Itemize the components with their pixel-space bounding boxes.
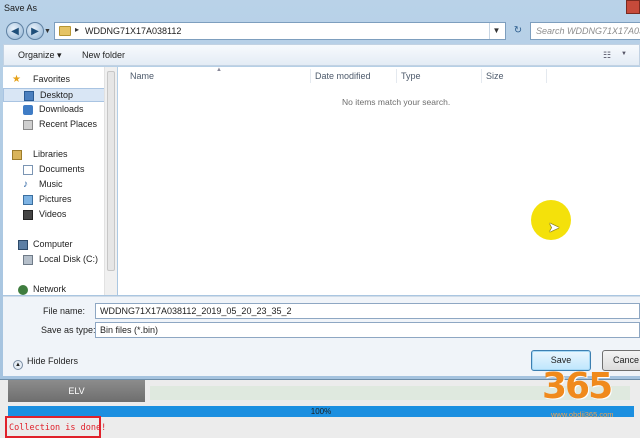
chevron-up-icon: ▲ — [13, 360, 23, 370]
save-as-type-label: Save as type: — [41, 325, 96, 335]
star-icon: ★ — [12, 74, 21, 85]
libraries-icon — [12, 150, 22, 160]
sidebar-item-videos[interactable]: Videos — [3, 208, 105, 222]
sidebar-group-libraries[interactable]: Libraries — [3, 148, 105, 162]
navigation-scrollbar[interactable] — [104, 67, 117, 295]
documents-icon — [23, 165, 33, 175]
address-dropdown[interactable]: ▼ — [489, 23, 503, 39]
back-button[interactable]: ◀ — [6, 22, 24, 40]
save-form: File name: WDDNG71X17A038112_2019_05_20_… — [3, 296, 640, 344]
window-title: Save As — [4, 3, 38, 13]
sidebar-item-recent-places[interactable]: Recent Places — [3, 118, 105, 132]
column-divider[interactable] — [546, 69, 547, 83]
sidebar-group-computer[interactable]: Computer — [3, 238, 105, 252]
sidebar-item-music[interactable]: ♪ Music — [3, 178, 105, 192]
sidebar-group-network[interactable]: Network — [3, 283, 105, 295]
forward-button[interactable]: ▶ — [26, 22, 44, 40]
pictures-icon — [23, 195, 33, 205]
new-folder-button[interactable]: New folder — [82, 50, 125, 60]
sidebar-item-documents[interactable]: Documents — [3, 163, 105, 177]
search-input[interactable]: Search WDDNG71X17A038112 — [530, 22, 640, 40]
sidebar-item-pictures[interactable]: Pictures — [3, 193, 105, 207]
file-name-value: WDDNG71X17A038112_2019_05_20_23_35_2 — [100, 306, 292, 316]
sidebar-item-desktop[interactable]: Desktop — [3, 88, 105, 102]
disk-icon — [23, 255, 33, 265]
music-icon: ♪ — [23, 179, 28, 190]
folder-icon — [59, 26, 71, 36]
save-as-type-value: Bin files (*.bin) — [100, 325, 159, 335]
file-list: ▲ Name Date modified Type Size No items … — [118, 67, 640, 295]
downloads-icon — [23, 105, 33, 115]
save-as-dialog: Save As ◀ ▶ ▼ ▸ WDDNG71X17A038112 ▼ ↻ Se… — [0, 0, 640, 380]
navigation-pane: ★ Favorites Desktop Downloads Recent Pla… — [3, 67, 117, 295]
network-icon — [18, 285, 28, 295]
organize-button[interactable]: Organize ▾ — [18, 50, 62, 61]
column-header-type[interactable]: Type — [401, 71, 421, 81]
sidebar-group-favorites[interactable]: ★ Favorites — [3, 73, 105, 87]
column-header-date-modified[interactable]: Date modified — [315, 71, 371, 81]
toolbar: Organize ▾ New folder ☷ ▼ — [3, 44, 640, 66]
sidebar-item-local-disk[interactable]: Local Disk (C:) — [3, 253, 105, 267]
file-name-field[interactable]: WDDNG71X17A038112_2019_05_20_23_35_2 — [95, 303, 640, 319]
hide-folders-button[interactable]: ▲ Hide Folders — [13, 356, 78, 370]
address-bar[interactable]: ▸ WDDNG71X17A038112 ▼ — [54, 22, 506, 40]
refresh-icon: ↻ — [513, 25, 523, 36]
computer-icon — [18, 240, 28, 250]
back-arrow-icon: ◀ — [11, 25, 19, 37]
elv-button[interactable]: ELV — [8, 380, 145, 402]
column-divider[interactable] — [481, 69, 482, 83]
views-icon[interactable]: ☷ — [603, 50, 617, 60]
title-bar: Save As — [0, 0, 640, 17]
sidebar-item-downloads[interactable]: Downloads — [3, 103, 105, 117]
file-name-label: File name: — [43, 306, 86, 316]
column-header-name[interactable]: Name — [130, 71, 154, 81]
progress-label: 100% — [310, 407, 332, 416]
watermark-logo: 365 — [542, 366, 613, 407]
column-divider[interactable] — [396, 69, 397, 83]
watermark-url: www.obdii365.com — [551, 410, 614, 419]
views-dropdown-icon[interactable]: ▼ — [621, 51, 627, 57]
forward-arrow-icon: ▶ — [31, 25, 39, 37]
close-button[interactable] — [626, 0, 640, 14]
mouse-pointer-icon: ➤ — [548, 219, 560, 235]
save-as-type-select[interactable]: Bin files (*.bin) — [95, 322, 640, 338]
breadcrumb-chevron-icon[interactable]: ▸ — [75, 25, 79, 34]
desktop-icon — [24, 91, 34, 101]
column-divider[interactable] — [310, 69, 311, 83]
recent-places-icon — [23, 120, 33, 130]
search-placeholder: Search WDDNG71X17A038112 — [536, 26, 640, 36]
progress-bar: 100% — [8, 406, 634, 417]
sort-caret-icon: ▲ — [216, 67, 222, 73]
scrollbar-thumb[interactable] — [107, 71, 115, 271]
videos-icon — [23, 210, 33, 220]
status-message: Collection is done! — [9, 423, 107, 433]
refresh-button[interactable]: ↻ — [508, 22, 528, 40]
breadcrumb[interactable]: WDDNG71X17A038112 — [85, 26, 181, 36]
column-header-size[interactable]: Size — [486, 71, 504, 81]
recent-locations-dropdown[interactable]: ▼ — [44, 28, 51, 35]
empty-message: No items match your search. — [342, 97, 451, 107]
